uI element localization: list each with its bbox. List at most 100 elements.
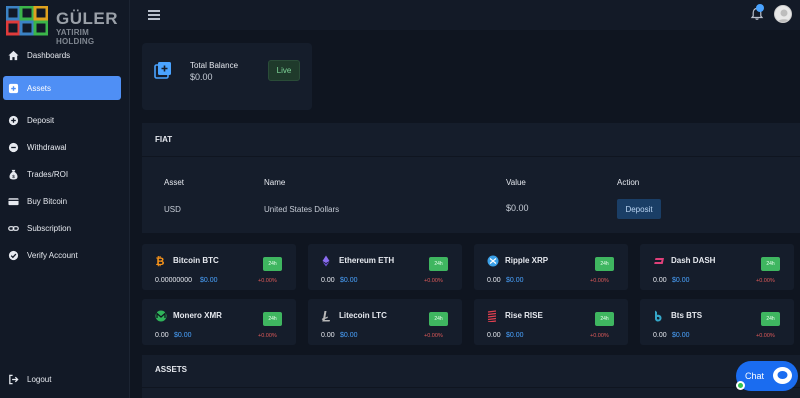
total-balance-label: Total Balance [190,61,239,70]
sidebar-item-trades-roi[interactable]: $ Trades/ROI [3,162,121,186]
sidebar-item-label: Deposit [27,115,55,125]
chat-bubble-icon [773,367,792,384]
coin-badge: 24h [595,257,614,271]
coin-change: +0.00% [590,278,609,284]
live-status-badge[interactable]: Live [268,60,300,81]
coin-name: Dash DASH [671,256,716,265]
coin-usd-value: $0.00 [506,277,524,284]
bitshares-icon [655,310,662,322]
chat-button[interactable]: Chat [736,361,798,391]
link-icon [8,225,19,231]
coin-card-dash[interactable]: Dash DASH 24h 0.00 $0.00 +0.00% [640,244,794,290]
assets-divider [142,387,800,388]
plus-circle-icon [8,115,19,125]
coin-card-ltc[interactable]: Litecoin LTC 24h 0.00 $0.00 +0.00% [308,299,462,345]
sidebar-item-label: Trades/ROI [27,169,69,179]
chat-online-indicator [736,381,745,390]
coin-change: +0.00% [424,278,443,284]
bitcoin-icon: ₿ [156,256,165,267]
fiat-deposit-button[interactable]: Deposit [617,199,661,219]
coin-usd-value: $0.00 [174,332,192,339]
litecoin-icon [321,311,330,322]
avatar-user-icon [777,9,791,22]
coin-name: Bts BTS [671,311,703,320]
home-icon [8,50,19,60]
sidebar-item-buy-bitcoin[interactable]: Buy Bitcoin [3,189,121,213]
fiat-header-asset: Asset [164,178,185,187]
brand-name: GÜLER [56,9,118,28]
sidebar-item-label: Verify Account [27,250,78,260]
coin-name: Litecoin LTC [339,311,387,320]
ripple-icon [487,255,499,267]
logout-icon [9,374,19,384]
coin-amount: 0.00 [487,332,501,339]
coin-change: +0.00% [258,333,277,339]
ethereum-icon [322,255,330,267]
minus-circle-icon [8,142,19,152]
coin-name: Ripple XRP [505,256,549,265]
sidebar-item-label: Withdrawal [27,142,67,152]
chat-label: Chat [745,371,765,381]
coin-amount: 0.00000000 [155,277,192,284]
sidebar-item-withdrawal[interactable]: Withdrawal [3,135,121,159]
sidebar-item-deposit[interactable]: Deposit [3,108,121,132]
coin-badge: 24h [263,312,282,326]
coin-change: +0.00% [756,333,775,339]
fiat-header-value: Value [506,178,526,187]
coin-amount: 0.00 [487,277,501,284]
user-avatar[interactable] [774,5,792,23]
fiat-cell-name: United States Dollars [264,205,340,214]
coin-name: Bitcoin BTC [173,256,219,265]
coin-card-btc[interactable]: ₿ Bitcoin BTC 24h 0.00000000 $0.00 +0.00… [142,244,296,290]
fiat-cell-asset: USD [164,205,181,214]
sidebar-item-label: Assets [27,83,52,93]
sidebar-item-subscription[interactable]: Subscription [3,216,121,240]
fiat-card: FIAT Asset Name Value Action USD United … [142,123,800,233]
coin-usd-value: $0.00 [340,332,358,339]
credit-card-icon [8,197,19,205]
coin-badge: 24h [595,312,614,326]
monero-icon [155,310,167,322]
logout-button[interactable]: Logout [3,367,121,391]
assets-card: ASSETS [142,355,800,398]
logo-mark-icon [6,6,48,36]
coin-badge: 24h [263,257,282,271]
coin-usd-value: $0.00 [200,277,218,284]
coin-name: Rise RISE [505,311,543,320]
coin-usd-value: $0.00 [672,332,690,339]
coin-card-xrp[interactable]: Ripple XRP 24h 0.00 $0.00 +0.00% [474,244,628,290]
coin-card-eth[interactable]: Ethereum ETH 24h 0.00 $0.00 +0.00% [308,244,462,290]
coin-usd-value: $0.00 [340,277,358,284]
notification-dot [756,4,764,12]
sidebar-item-dashboards[interactable]: Dashboards [3,43,121,67]
wallet-plus-icon [154,62,171,79]
top-bar [130,0,800,30]
coin-badge: 24h [761,312,780,326]
coin-amount: 0.00 [653,332,667,339]
logout-label: Logout [27,374,52,384]
coin-amount: 0.00 [155,332,169,339]
sidebar-item-label: Dashboards [27,50,71,60]
coin-amount: 0.00 [321,332,335,339]
money-bag-icon: $ [9,169,18,180]
coin-badge: 24h [761,257,780,271]
total-balance-value: $0.00 [190,72,213,82]
assets-title: ASSETS [155,365,188,374]
fiat-title: FIAT [155,135,173,144]
check-circle-icon [8,250,19,260]
sidebar-item-verify-account[interactable]: Verify Account [3,243,121,267]
fiat-divider [142,156,800,157]
coin-card-bts[interactable]: Bts BTS 24h 0.00 $0.00 +0.00% [640,299,794,345]
fiat-cell-value: $0.00 [506,203,529,213]
coin-name: Ethereum ETH [339,256,395,265]
fiat-header-action: Action [617,178,640,187]
coin-card-xmr[interactable]: Monero XMR 24h 0.00 $0.00 +0.00% [142,299,296,345]
sidebar-item-assets[interactable]: Assets [3,76,121,100]
coin-change: +0.00% [424,333,443,339]
total-balance-card: Total Balance $0.00 Live [142,43,312,110]
brand-logo[interactable]: GÜLER YATIRIM HOLDING [6,6,126,46]
fiat-header-name: Name [264,178,286,187]
coin-card-rise[interactable]: Rise RISE 24h 0.00 $0.00 +0.00% [474,299,628,345]
svg-text:₿: ₿ [156,256,165,267]
hamburger-icon[interactable] [148,10,160,20]
